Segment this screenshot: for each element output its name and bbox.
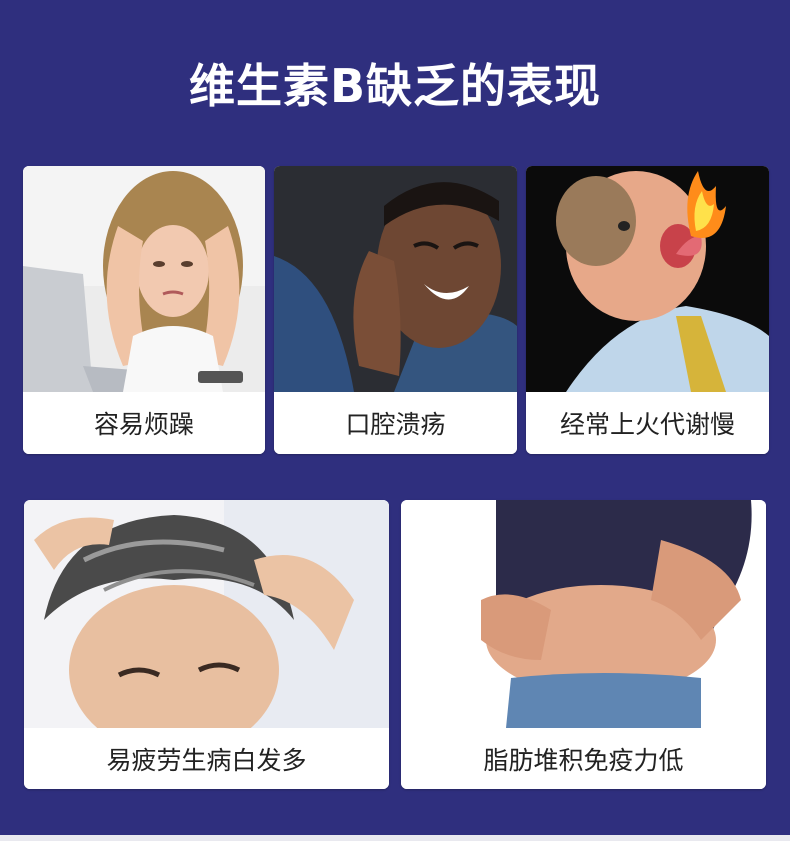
symptom-card-irritability: 容易烦躁 <box>23 166 265 454</box>
stressed-woman-photo <box>23 166 265 392</box>
belly-man-photo <box>401 500 766 728</box>
gray-hair-man-photo <box>24 500 389 728</box>
fire-breathing-man-photo <box>526 166 769 392</box>
card-caption: 易疲劳生病白发多 <box>24 728 389 789</box>
symptom-card-internal-heat: 经常上火代谢慢 <box>526 166 769 454</box>
card-caption: 经常上火代谢慢 <box>526 392 769 454</box>
symptom-card-mouth-ulcer: 口腔溃疡 <box>274 166 517 454</box>
page-title: 维生素B缺乏的表现 <box>188 59 602 113</box>
symptom-card-fatigue-gray-hair: 易疲劳生病白发多 <box>24 500 389 789</box>
card-caption: 脂肪堆积免疫力低 <box>401 728 766 789</box>
man-in-pain-photo <box>274 166 517 392</box>
card-caption: 容易烦躁 <box>23 392 265 454</box>
symptom-card-fat-accumulation: 脂肪堆积免疫力低 <box>401 500 766 789</box>
card-caption: 口腔溃疡 <box>274 392 517 454</box>
bottom-divider <box>0 835 790 841</box>
